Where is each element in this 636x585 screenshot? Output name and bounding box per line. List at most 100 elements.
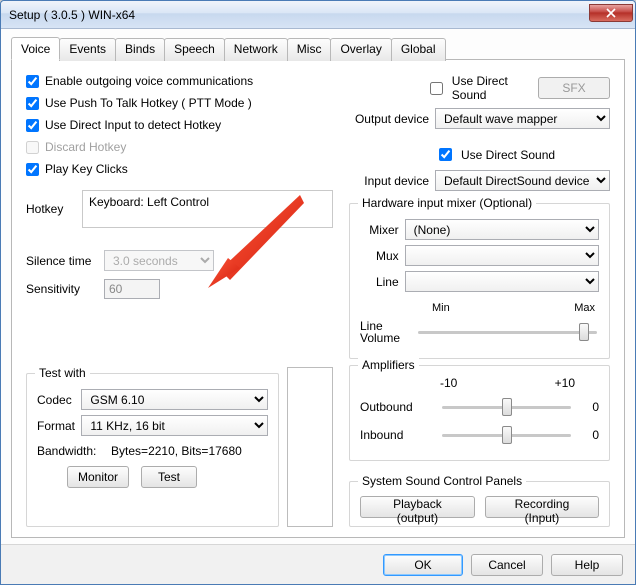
amp-min-label: -10 [440,376,457,390]
system-panels-title: System Sound Control Panels [358,474,526,488]
test-button[interactable]: Test [141,466,197,488]
input-device-row: Input device Default DirectSound device [349,170,610,191]
volume-row: Min Max Line Volume [360,302,599,344]
inbound-value: 0 [581,428,599,442]
silence-label: Silence time [26,254,96,268]
output-direct-sound-input[interactable] [430,82,443,95]
sensitivity-row: Sensitivity [26,279,333,299]
enable-outgoing-label: Enable outgoing voice communications [45,74,253,88]
play-key-clicks-label: Play Key Clicks [45,162,128,176]
mixer-label: Mixer [360,223,399,237]
discard-hotkey-label: Discard Hotkey [45,140,126,154]
volume-slider[interactable] [418,323,597,341]
ptt-mode-input[interactable] [26,97,39,110]
input-direct-sound-input[interactable] [439,148,452,161]
input-device-select[interactable]: Default DirectSound device [435,170,610,191]
tab-overlay[interactable]: Overlay [330,38,391,61]
help-button[interactable]: Help [551,554,623,576]
tab-misc[interactable]: Misc [287,38,332,61]
play-key-clicks-input[interactable] [26,163,39,176]
mixer-select[interactable]: (None) [405,219,599,240]
discard-hotkey-input [26,141,39,154]
format-select[interactable]: 11 KHz, 16 bit [81,415,268,436]
volume-label: Line Volume [360,320,408,344]
content: Voice Events Binds Speech Network Misc O… [1,29,635,544]
close-icon [606,8,616,18]
right-column: Use Direct Sound SFX Output device Defau… [349,74,610,527]
bandwidth-row: Bandwidth: Bytes=2210, Bits=17680 [37,444,268,458]
playback-button[interactable]: Playback (output) [360,496,475,518]
min-label: Min [432,302,450,314]
outbound-label: Outbound [360,400,432,414]
input-direct-sound-checkbox[interactable]: Use Direct Sound [435,145,555,164]
outbound-row: Outbound 0 [360,396,599,418]
line-select[interactable] [405,271,599,292]
output-direct-sound-checkbox[interactable]: Use Direct Sound [426,74,532,102]
direct-input-label: Use Direct Input to detect Hotkey [45,118,221,132]
enable-outgoing-input[interactable] [26,75,39,88]
silence-row: Silence time 3.0 seconds [26,250,333,271]
recording-button[interactable]: Recording (Input) [485,496,599,518]
enable-outgoing-checkbox[interactable]: Enable outgoing voice communications [26,74,333,88]
ptt-mode-checkbox[interactable]: Use Push To Talk Hotkey ( PTT Mode ) [26,96,333,110]
input-direct-sound-label: Use Direct Sound [461,148,555,162]
hotkey-label: Hotkey [26,202,74,216]
bandwidth-value: Bytes=2210, Bits=17680 [111,444,242,458]
test-with-title: Test with [35,366,90,380]
sensitivity-label: Sensitivity [26,282,96,296]
max-label: Max [574,302,595,314]
play-key-clicks-checkbox[interactable]: Play Key Clicks [26,162,333,176]
output-direct-sound-label: Use Direct Sound [452,74,532,102]
mux-row: Mux [360,245,599,266]
format-row: Format 11 KHz, 16 bit [37,415,268,436]
hardware-mixer-title: Hardware input mixer (Optional) [358,196,536,210]
hotkey-row: Hotkey Keyboard: Left Control [26,190,333,228]
hardware-mixer-group: Hardware input mixer (Optional) Mixer (N… [349,203,610,359]
ok-button[interactable]: OK [383,554,463,576]
window-title: Setup ( 3.0.5 ) WIN-x64 [9,8,589,22]
codec-select[interactable]: GSM 6.10 [81,389,268,410]
mux-select[interactable] [405,245,599,266]
tab-voice[interactable]: Voice [11,37,60,60]
setup-window: Setup ( 3.0.5 ) WIN-x64 Voice Events Bin… [0,0,636,585]
level-meter [287,367,333,527]
tabstrip: Voice Events Binds Speech Network Misc O… [11,37,625,60]
tab-network[interactable]: Network [224,38,288,61]
outbound-slider[interactable] [442,398,571,416]
direct-input-input[interactable] [26,119,39,132]
tab-speech[interactable]: Speech [164,38,225,61]
inbound-slider[interactable] [442,426,571,444]
input-device-label: Input device [349,174,429,188]
tab-global[interactable]: Global [391,38,446,61]
bandwidth-label: Bandwidth: [37,444,96,458]
mux-label: Mux [360,249,399,263]
output-device-select[interactable]: Default wave mapper [435,108,610,129]
system-panels-group: System Sound Control Panels Playback (ou… [349,481,610,527]
line-row: Line [360,271,599,292]
hotkey-field[interactable]: Keyboard: Left Control [82,190,333,228]
tab-events[interactable]: Events [59,38,116,61]
mixer-row: Mixer (None) [360,219,599,240]
titlebar[interactable]: Setup ( 3.0.5 ) WIN-x64 [1,1,635,29]
cancel-button[interactable]: Cancel [471,554,543,576]
inbound-label: Inbound [360,428,432,442]
output-direct-row: Use Direct Sound SFX [349,74,610,102]
input-direct-row: Use Direct Sound [349,145,610,164]
outbound-value: 0 [581,400,599,414]
dialog-footer: OK Cancel Help [1,544,635,584]
direct-input-checkbox[interactable]: Use Direct Input to detect Hotkey [26,118,333,132]
left-column: Enable outgoing voice communications Use… [26,74,333,527]
codec-label: Codec [37,393,75,407]
tabpage-voice: Enable outgoing voice communications Use… [11,59,625,538]
codec-row: Codec GSM 6.10 [37,389,268,410]
test-area: Test with Codec GSM 6.10 Format 11 KHz, … [26,367,333,527]
monitor-button[interactable]: Monitor [67,466,129,488]
sensitivity-input [104,279,160,299]
silence-select: 3.0 seconds [104,250,214,271]
output-device-row: Output device Default wave mapper [349,108,610,129]
amp-max-label: +10 [555,376,575,390]
test-buttons: Monitor Test [37,466,268,488]
tab-binds[interactable]: Binds [115,38,165,61]
close-button[interactable] [589,4,633,22]
output-device-label: Output device [349,112,429,126]
